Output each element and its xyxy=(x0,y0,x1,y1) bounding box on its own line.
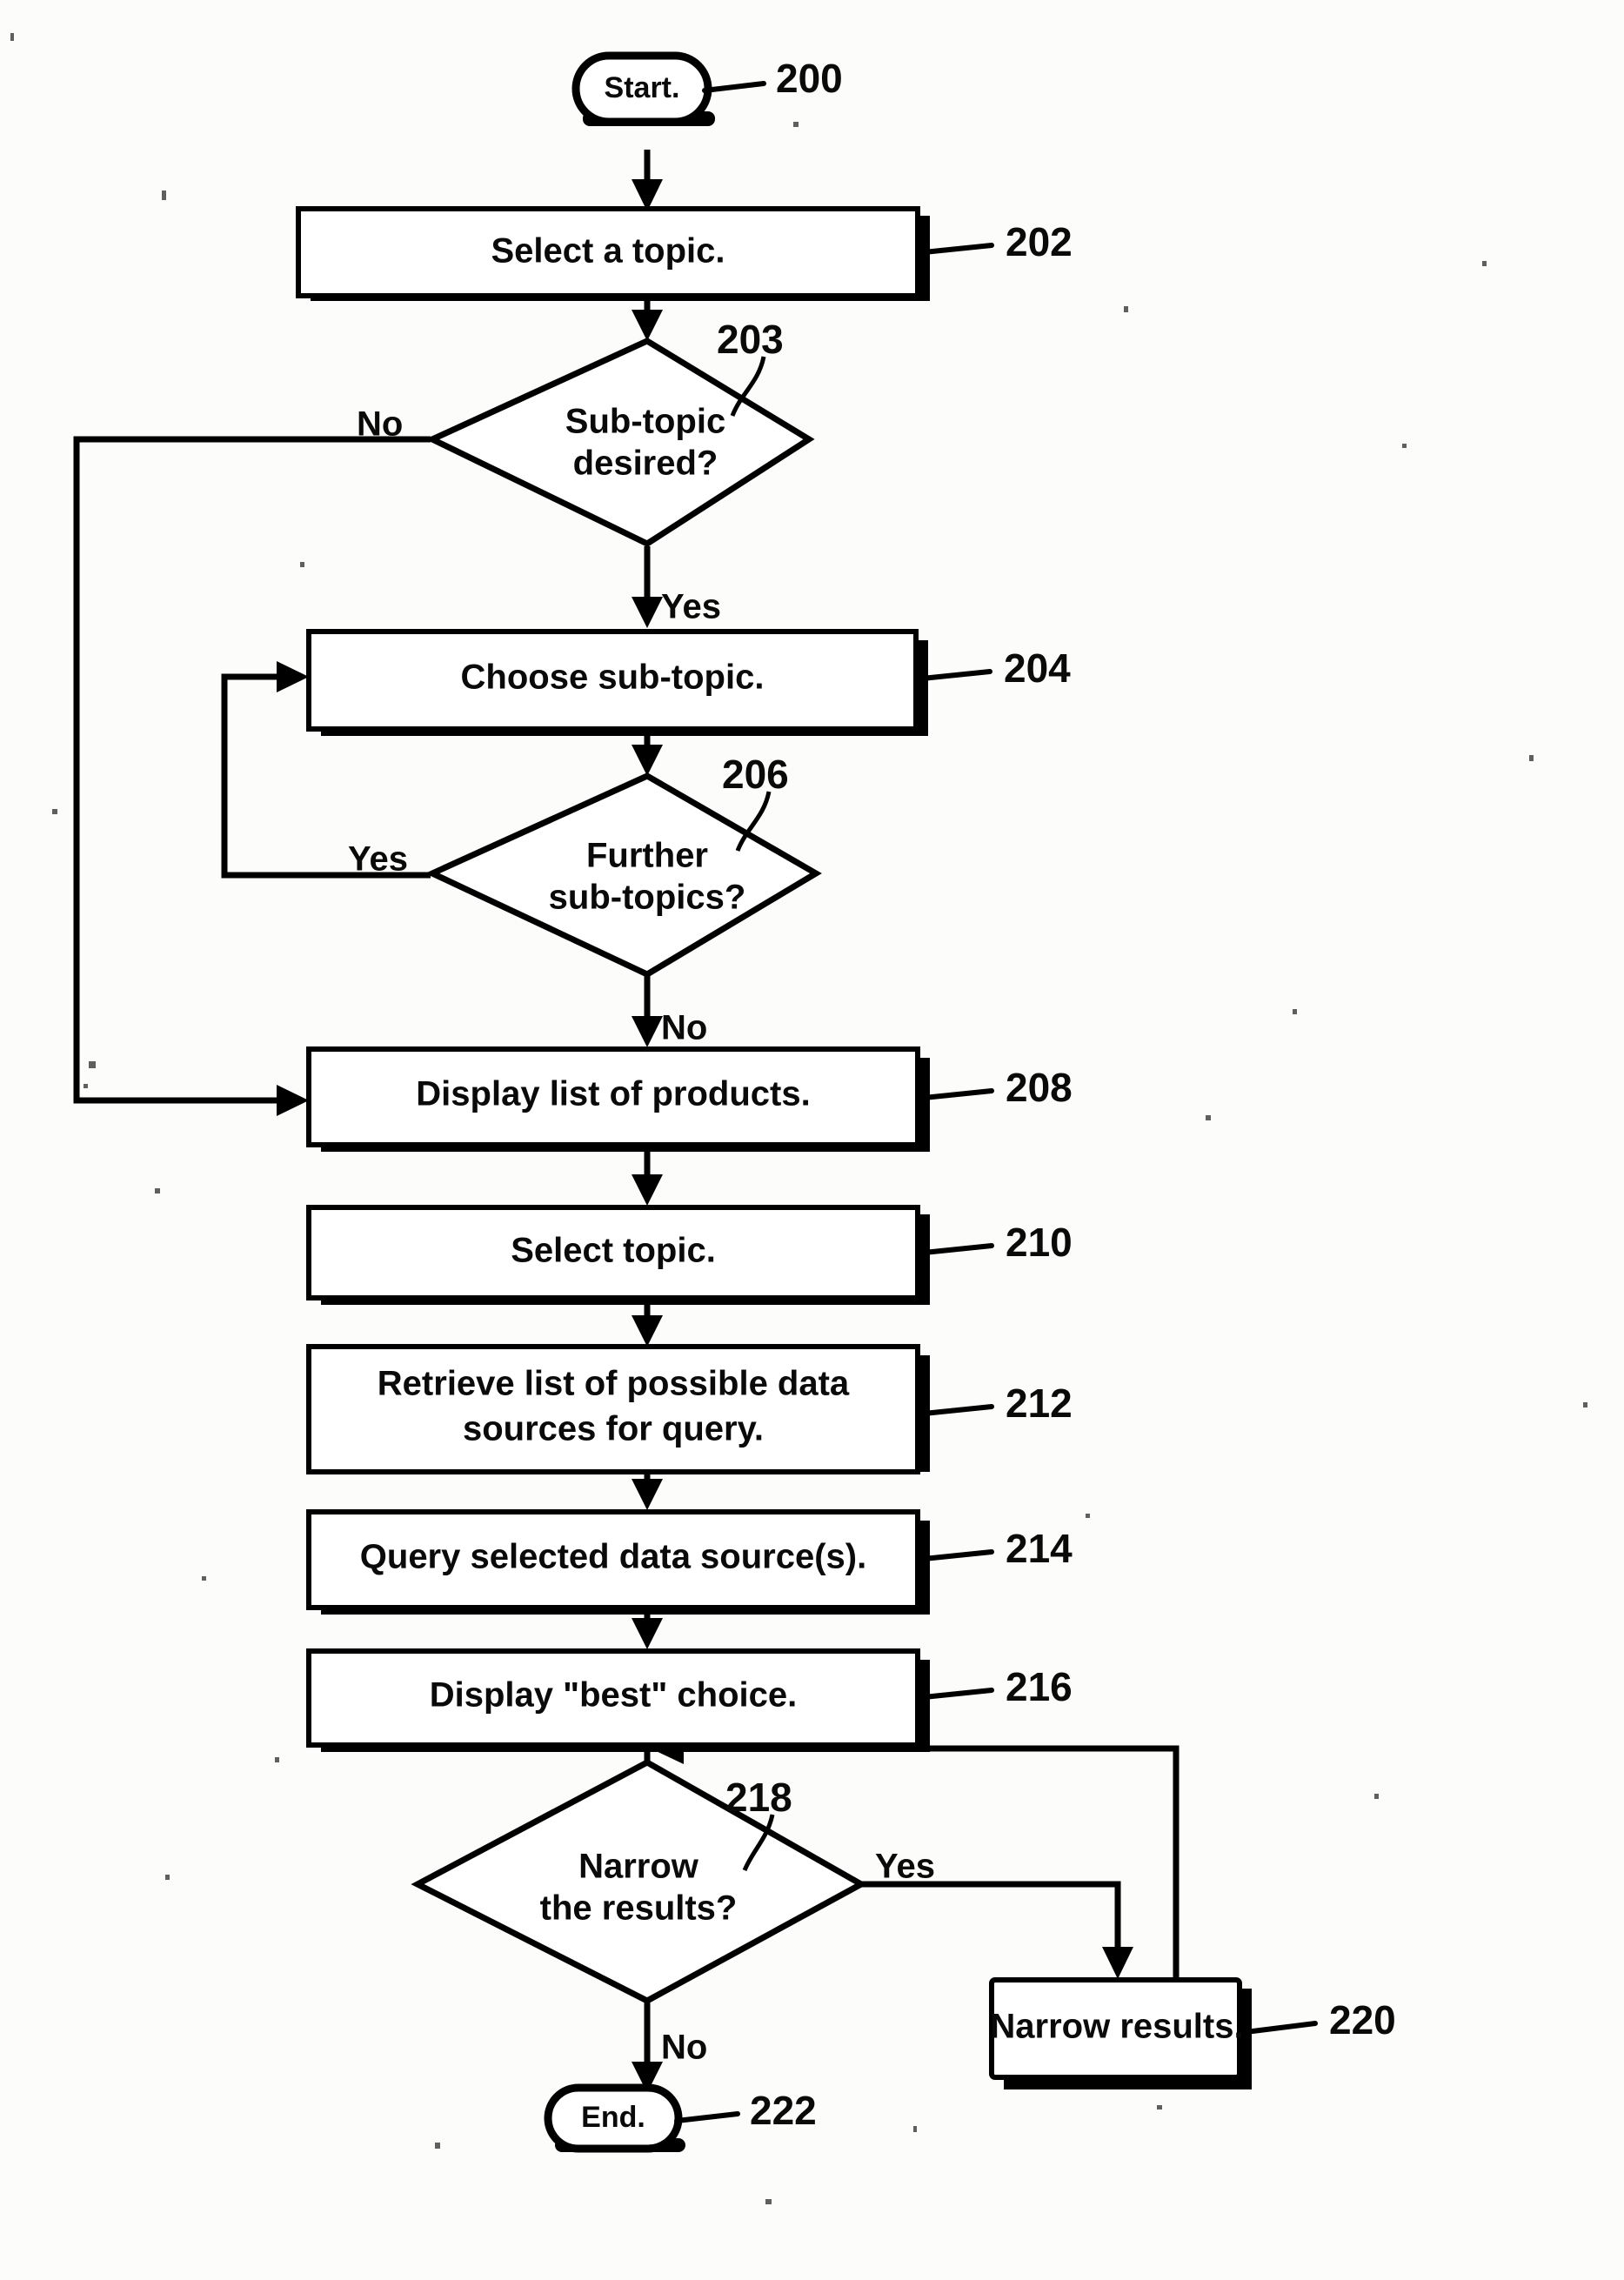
edge-label-206-no: No xyxy=(661,1009,707,1047)
node-204[interactable]: Choose sub-topic. xyxy=(306,629,928,736)
ref-203: 203 xyxy=(717,317,784,362)
node-203-shape xyxy=(424,338,815,548)
arrowhead-212-214 xyxy=(632,1479,663,1510)
ref-222: 222 xyxy=(750,2088,817,2133)
ref-212-leader xyxy=(921,1404,994,1416)
node-208-label: Display list of products. xyxy=(416,1075,810,1113)
ref-220: 220 xyxy=(1329,1997,1396,2043)
node-212-label-line1: Retrieve list of possible data xyxy=(378,1365,850,1403)
node-203-label-line2: desired? xyxy=(573,445,718,483)
node-202[interactable]: Select a topic. xyxy=(296,206,930,301)
node-210[interactable]: Select topic. xyxy=(306,1205,930,1305)
node-214-label: Query selected data source(s). xyxy=(360,1538,866,1576)
arrowhead-218yes-220 xyxy=(1102,1947,1133,1979)
start-label: Start. xyxy=(605,71,680,104)
figure-page: Start. 200 Select a topic. 202 Sub-topic… xyxy=(0,0,1624,2280)
ref-212-group: 212 xyxy=(921,1381,1073,1426)
edge-label-206-yes: Yes xyxy=(348,840,408,879)
edge-218-yes-to-220 xyxy=(861,1881,1121,1964)
node-204-label: Choose sub-topic. xyxy=(461,659,765,697)
ref-208-group: 208 xyxy=(921,1065,1073,1110)
edge-label-203-yes: Yes xyxy=(661,588,721,626)
arrowhead-202-203 xyxy=(632,310,663,341)
ref-200-group: 200 xyxy=(702,56,843,101)
ref-222-group: 222 xyxy=(674,2088,817,2133)
ref-202: 202 xyxy=(1006,219,1073,264)
node-start[interactable]: Start. xyxy=(571,51,715,126)
node-202-label: Select a topic. xyxy=(491,232,725,271)
node-212[interactable]: Retrieve list of possible data sources f… xyxy=(306,1344,930,1474)
ref-216-leader xyxy=(921,1688,994,1700)
ref-218: 218 xyxy=(725,1775,792,1820)
arrowhead-206yes-204 xyxy=(277,661,309,692)
node-216-label: Display "best" choice. xyxy=(430,1676,798,1715)
ref-214-leader xyxy=(921,1549,994,1561)
edge-label-218-yes: Yes xyxy=(875,1848,935,1886)
ref-200-leader xyxy=(702,81,766,93)
node-216[interactable]: Display "best" choice. xyxy=(306,1648,930,1752)
node-206[interactable]: Further sub-topics? xyxy=(424,772,822,978)
ref-216-group: 216 xyxy=(921,1664,1073,1709)
node-206-shape xyxy=(424,772,822,978)
ref-204-leader xyxy=(919,669,992,681)
node-203-label-line1: Sub-topic xyxy=(565,403,725,441)
ref-210-group: 210 xyxy=(921,1220,1073,1265)
ref-212: 212 xyxy=(1006,1381,1073,1426)
node-218-label-line1: Narrow xyxy=(578,1848,699,1886)
ref-210-leader xyxy=(921,1243,994,1255)
edge-203-no-to-208 xyxy=(73,436,431,1104)
node-218[interactable]: Narrow the results? xyxy=(411,1759,868,2004)
flowchart-canvas: Start. 200 Select a topic. 202 Sub-topic… xyxy=(10,33,1587,2204)
node-214[interactable]: Query selected data source(s). xyxy=(306,1509,930,1615)
node-220-label: Narrow results. xyxy=(990,2008,1243,2046)
ref-202-group: 202 xyxy=(921,219,1073,264)
ref-202-leader xyxy=(921,243,994,255)
edge-label-218-no: No xyxy=(661,2029,707,2067)
ref-208: 208 xyxy=(1006,1065,1073,1110)
ref-206: 206 xyxy=(722,752,789,797)
node-203[interactable]: Sub-topic desired? xyxy=(424,338,815,548)
ref-204: 204 xyxy=(1004,645,1071,691)
ref-222-leader xyxy=(674,2111,740,2123)
node-212-label-line2: sources for query. xyxy=(463,1410,764,1448)
arrowhead-204-206 xyxy=(632,745,663,776)
ref-216: 216 xyxy=(1006,1664,1073,1709)
ref-220-leader xyxy=(1243,2021,1318,2035)
arrowhead-208-210 xyxy=(632,1174,663,1206)
ref-204-group: 204 xyxy=(919,645,1071,691)
node-218-label-line2: the results? xyxy=(540,1889,738,1928)
arrowhead-203yes-204 xyxy=(632,597,663,628)
edge-label-203-no: No xyxy=(357,405,403,444)
ref-220-group: 220 xyxy=(1243,1997,1396,2043)
end-label: End. xyxy=(581,2101,645,2134)
ref-208-leader xyxy=(921,1088,994,1100)
arrowhead-214-216 xyxy=(632,1618,663,1649)
node-210-label: Select topic. xyxy=(511,1232,716,1270)
arrowhead-203no-208 xyxy=(277,1085,309,1116)
node-220[interactable]: Narrow results. xyxy=(989,1977,1252,2089)
ref-210: 210 xyxy=(1006,1220,1073,1265)
node-end[interactable]: End. xyxy=(544,2083,685,2153)
ref-214-group: 214 xyxy=(921,1526,1073,1571)
node-208[interactable]: Display list of products. xyxy=(306,1046,930,1152)
ref-200: 200 xyxy=(776,56,843,101)
ref-214: 214 xyxy=(1006,1526,1073,1571)
arrowhead-206no-208 xyxy=(632,1016,663,1047)
arrowhead-210-212 xyxy=(632,1315,663,1347)
node-206-label-line1: Further xyxy=(586,837,708,875)
node-206-label-line2: sub-topics? xyxy=(549,879,746,917)
